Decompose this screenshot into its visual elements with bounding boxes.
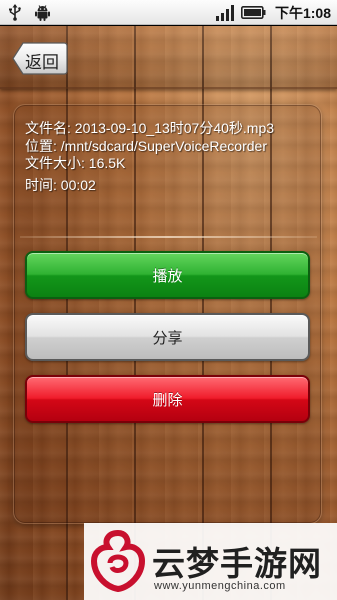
signal-icon [215, 5, 235, 21]
back-button[interactable]: 返回 [12, 42, 68, 75]
back-label: 返回 [25, 53, 59, 73]
android-icon [34, 4, 51, 21]
delete-label: 删除 [152, 390, 183, 409]
play-button[interactable]: 播放 [25, 251, 310, 299]
duration-text: 时间: 00:02 [25, 177, 96, 193]
status-bar: 下午1:08 [0, 0, 337, 25]
file-size-text: 文件大小: 16.5K [25, 155, 126, 171]
share-button[interactable]: 分享 [25, 313, 310, 361]
divider [20, 236, 317, 238]
watermark-url: www.yunmengchina.com [154, 580, 286, 592]
watermark: 云梦手游网 www.yunmengchina.com [84, 523, 337, 600]
watermark-logo-icon [90, 529, 146, 593]
watermark-title: 云梦手游网 [152, 544, 322, 583]
battery-icon [241, 6, 266, 19]
filename-text: 文件名: 2013-09-10_13时07分40秒.mp3 [25, 120, 275, 136]
play-label: 播放 [152, 266, 183, 285]
delete-button[interactable]: 删除 [25, 375, 310, 423]
share-label: 分享 [152, 328, 183, 347]
status-time: 下午1:08 [274, 5, 331, 21]
usb-icon [8, 4, 22, 21]
